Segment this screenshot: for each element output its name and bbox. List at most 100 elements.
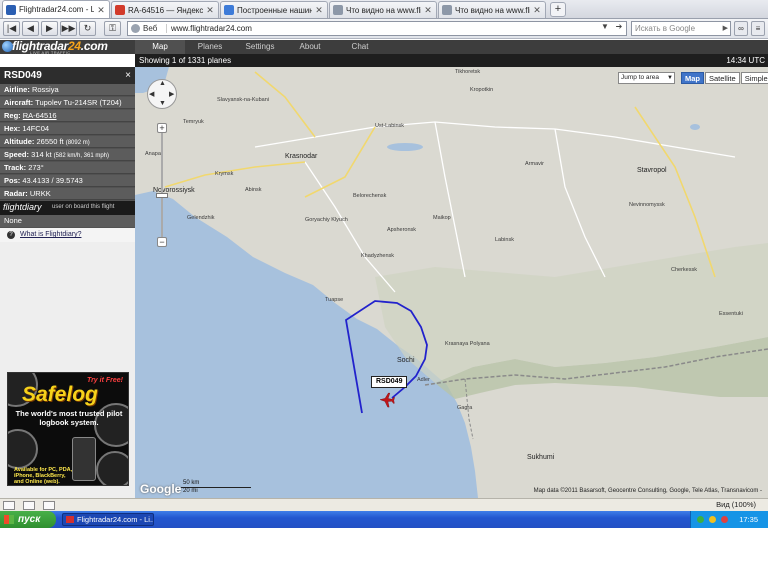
place-label: Goryachiy Klyuch <box>305 217 348 223</box>
close-icon[interactable]: ✕ <box>96 5 106 15</box>
info-row-aircraft: Aircraft: Tupolev Tu-214SR (T204) <box>0 97 135 109</box>
zoom-slider-track[interactable] <box>161 133 163 237</box>
dropdown-arrow-icon[interactable]: ▼ <box>598 22 612 35</box>
search-go-icon[interactable]: ▶ <box>723 22 728 35</box>
map-area[interactable]: Krasnodar Novorossiysk Stavropol Sochi S… <box>135 67 768 498</box>
extension-icon[interactable]: ∞ <box>734 21 748 36</box>
zoom-slider-handle[interactable] <box>156 193 168 198</box>
forward-button[interactable]: ▶ <box>41 21 58 36</box>
menu-item-chat[interactable]: Chat <box>335 40 385 54</box>
fr24-favicon-icon <box>6 4 16 15</box>
lake <box>690 124 700 130</box>
pan-down-icon[interactable]: ▼ <box>159 100 166 107</box>
zoom-in-button[interactable]: + <box>157 123 167 133</box>
map-type-simple-button[interactable]: Simple <box>740 72 768 84</box>
place-label: Ust-Labinsk <box>375 123 405 129</box>
menu-item-settings[interactable]: Settings <box>235 40 285 54</box>
flightdiary-logo[interactable]: flightdiary <box>3 202 42 212</box>
flightdiary-prompt[interactable]: user on board this flight <box>52 204 114 210</box>
antivirus-icon[interactable] <box>721 516 728 523</box>
gauge-graphic <box>8 429 38 469</box>
row-label: Radar: <box>4 189 28 198</box>
row-label: Airline: <box>4 85 30 94</box>
place-label: Armavir <box>525 161 544 167</box>
utc-time: 14:34 UTC <box>726 56 765 65</box>
page-icon[interactable] <box>3 500 15 510</box>
settings-icon[interactable] <box>23 500 35 510</box>
fast-forward-button[interactable]: ▶▶ <box>60 21 77 36</box>
site-logo[interactable]: flightradar24.com LIVE AIR TRAFFIC <box>0 39 135 55</box>
search-input[interactable]: Искать в Google ▶ <box>631 21 731 36</box>
pan-control[interactable]: ▲ ▼ ◀ ▶ <box>147 79 177 109</box>
jump-to-area-select[interactable]: Jump to area ▼ <box>618 72 675 84</box>
info-row-altitude: Altitude: 26550 ft (8092 m) <box>0 136 135 148</box>
browser-tab[interactable]: Что видно на www.fligh... ✕ <box>329 1 437 18</box>
close-icon[interactable]: ✕ <box>205 5 215 15</box>
start-button[interactable]: пуск <box>0 511 56 528</box>
place-label: Krasnodar <box>285 153 318 160</box>
taskbar-item-browser[interactable]: Flightradar24.com - Li... <box>62 513 154 526</box>
info-row-airline: Airline: Rossiya <box>0 84 135 96</box>
reload-button[interactable]: ↻ <box>79 21 96 36</box>
new-tab-button[interactable]: + <box>550 2 566 17</box>
panel-header: RSD049 × <box>0 67 135 84</box>
place-label: Slavyansk-na-Kubani <box>217 97 269 103</box>
aircraft-callsign-label[interactable]: RSD049 <box>371 376 408 388</box>
place-label: Belorechensk <box>353 193 387 199</box>
menu-icon[interactable]: ≡ <box>751 21 765 36</box>
place-label: Gagra <box>457 405 473 411</box>
safelog-advertisement[interactable]: Try it Free! Safelog The world's most tr… <box>7 372 129 486</box>
tab-title: RA-64516 — Яндекс: Н... <box>128 5 203 15</box>
pan-up-icon[interactable]: ▲ <box>159 80 166 87</box>
address-prefix: Веб <box>131 24 167 33</box>
place-label: Kropotkin <box>470 87 494 93</box>
map-type-map-button[interactable]: Map <box>681 72 704 84</box>
address-bar[interactable]: Веб www.flightradar24.com ▼ ➔ <box>127 21 627 36</box>
close-icon[interactable]: ✕ <box>314 5 324 15</box>
place-label: Krasnaya Polyana <box>445 341 490 347</box>
road <box>254 121 736 158</box>
pan-right-icon[interactable]: ▶ <box>169 90 174 98</box>
browser-tab[interactable]: Flightradar24.com - Live ... ✕ <box>2 0 110 18</box>
go-arrow-icon[interactable]: ➔ <box>612 22 626 35</box>
back-button[interactable]: ◀ <box>22 21 39 36</box>
menu-item-planes[interactable]: Planes <box>185 40 235 54</box>
row-label: Track: <box>4 163 27 172</box>
taskbar-item-label: Flightradar24.com - Li... <box>77 515 154 524</box>
volume-icon[interactable] <box>709 516 716 523</box>
what-is-flightdiary-label: What is Flightdiary? <box>20 231 82 238</box>
road <box>554 128 606 278</box>
first-page-button[interactable]: |◀ <box>3 21 20 36</box>
road <box>634 106 716 278</box>
browser-tab[interactable]: Что видно на www.fligh... ✕ <box>438 1 546 18</box>
info-row-track: Track: 273° <box>0 162 135 174</box>
row-value: 43.4133 / 39.5743 <box>22 176 83 185</box>
info-row-hex: Hex: 14FC04 <box>0 123 135 135</box>
what-is-flightdiary-link[interactable]: ? What is Flightdiary? <box>0 228 135 242</box>
network-icon[interactable] <box>697 516 704 523</box>
place-label: Adler <box>417 377 430 383</box>
page-favicon-icon <box>333 5 343 15</box>
place-label: Essentuki <box>719 311 743 317</box>
key-icon[interactable]: ⚿ <box>104 21 121 36</box>
url-text[interactable]: www.flightradar24.com <box>171 24 598 33</box>
menu-item-about[interactable]: About <box>285 40 335 54</box>
phone-graphic <box>72 437 96 481</box>
zoom-level[interactable]: Вид (100%) <box>716 500 756 509</box>
google-logo[interactable]: Google <box>140 482 181 496</box>
info-row-speed: Speed: 314 kt (582 km/h, 361 mph) <box>0 149 135 161</box>
close-icon[interactable]: × <box>125 67 131 84</box>
browser-tab-strip: Flightradar24.com - Live ... ✕ RA-64516 … <box>0 0 768 19</box>
close-icon[interactable]: ✕ <box>532 5 542 15</box>
pan-left-icon[interactable]: ◀ <box>149 90 154 98</box>
map-type-satellite-button[interactable]: Satellite <box>705 72 740 84</box>
menu-item-map[interactable]: Map <box>135 40 185 54</box>
globe-icon <box>131 24 140 33</box>
tools-icon[interactable] <box>43 500 55 510</box>
registration-link[interactable]: RA-64516 <box>23 111 57 120</box>
browser-tab[interactable]: Построенные нашины ... ✕ <box>220 1 328 18</box>
close-icon[interactable]: ✕ <box>423 5 433 15</box>
browser-tab[interactable]: RA-64516 — Яндекс: Н... ✕ <box>111 1 219 18</box>
zoom-out-button[interactable]: − <box>157 237 167 247</box>
browser-status-bar: Вид (100%) <box>0 498 768 511</box>
